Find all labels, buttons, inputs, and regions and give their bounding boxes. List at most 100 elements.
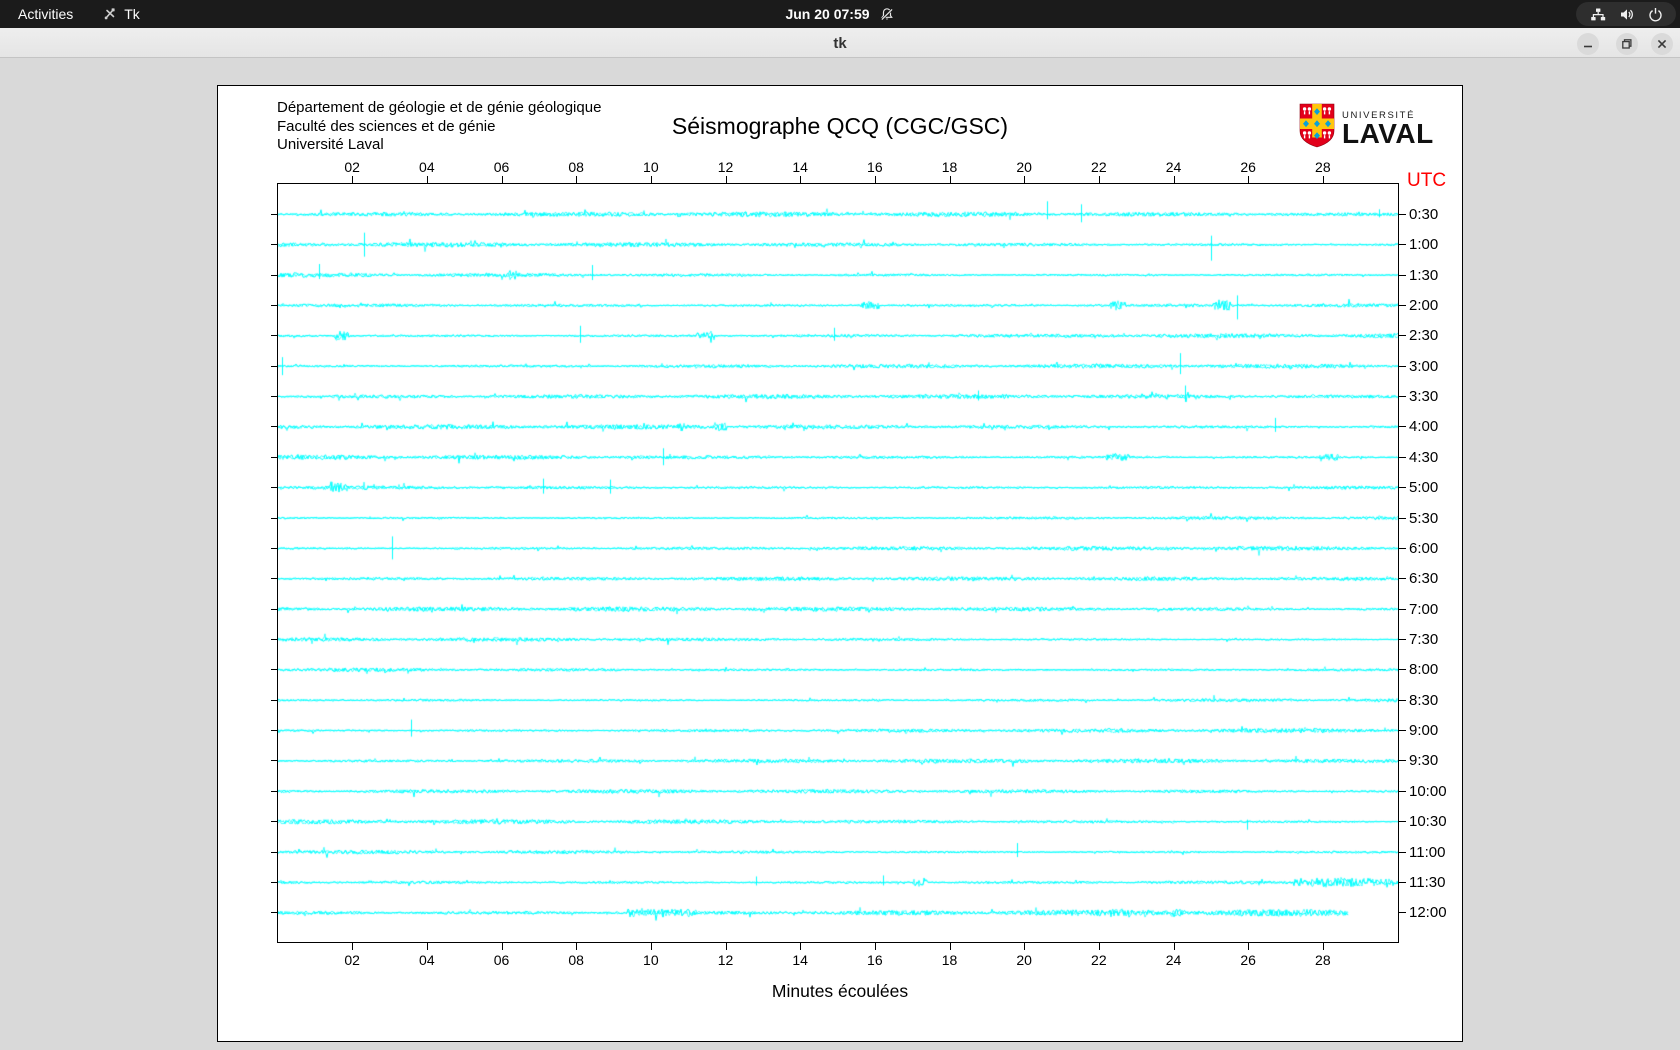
utc-time-label: 9:00 <box>1409 722 1439 740</box>
y-tick-mark <box>271 912 278 914</box>
x-tick-label: 10 <box>643 159 659 175</box>
y-tick-mark <box>1399 213 1406 215</box>
y-tick-mark <box>1399 547 1406 549</box>
x-tick-label: 18 <box>941 952 958 968</box>
x-tick-mark <box>576 176 578 183</box>
utc-time-label: 10:30 <box>1409 813 1447 831</box>
y-tick-mark <box>271 517 278 519</box>
x-tick-label: 06 <box>493 159 510 175</box>
x-tick-mark <box>1248 176 1250 183</box>
y-tick-mark <box>271 396 278 398</box>
minimize-button[interactable] <box>1577 33 1599 55</box>
system-status-area[interactable] <box>1576 2 1676 26</box>
y-tick-mark <box>271 608 278 610</box>
x-tick-mark <box>800 943 802 950</box>
x-tick-label: 16 <box>867 159 883 175</box>
utc-time-label: 3:00 <box>1409 357 1439 375</box>
x-tick-label: 22 <box>1091 952 1107 968</box>
y-tick-mark <box>1399 426 1406 428</box>
x-tick-mark <box>725 943 727 950</box>
y-tick-mark <box>1399 244 1406 246</box>
x-tick-mark <box>1173 943 1175 950</box>
utc-time-label: 11:30 <box>1409 873 1446 891</box>
gnome-top-bar: Activities Tk Jun 20 07:59 <box>0 0 1680 28</box>
x-tick-label: 08 <box>568 952 584 968</box>
y-tick-mark <box>1399 304 1406 306</box>
x-tick-label: 02 <box>344 159 360 175</box>
y-tick-mark <box>271 699 278 701</box>
x-tick-mark <box>501 176 503 183</box>
utc-time-label: 1:00 <box>1409 236 1439 254</box>
x-tick-label: 14 <box>792 952 808 968</box>
y-tick-mark <box>271 669 278 671</box>
utc-time-label: 1:30 <box>1409 266 1439 284</box>
utc-time-label: 4:00 <box>1409 418 1439 436</box>
y-tick-mark <box>271 304 278 306</box>
y-tick-mark <box>271 274 278 276</box>
x-tick-mark <box>1098 943 1100 950</box>
logo-laval-text: LAVAL <box>1342 117 1434 149</box>
universite-laval-logo: UNIVERSITÉ LAVAL <box>1299 103 1434 153</box>
y-tick-mark <box>1399 487 1406 489</box>
y-tick-mark <box>271 426 278 428</box>
clock-button[interactable]: Jun 20 07:59 <box>785 0 894 28</box>
clock-label: Jun 20 07:59 <box>785 6 870 22</box>
y-tick-mark <box>1399 365 1406 367</box>
y-tick-mark <box>1399 638 1406 640</box>
utc-time-label: 8:30 <box>1409 691 1439 709</box>
activities-button[interactable]: Activities <box>18 6 73 22</box>
institution-line-3: Université Laval <box>277 136 384 154</box>
x-tick-label: 12 <box>717 952 734 968</box>
x-tick-label: 18 <box>941 159 958 175</box>
y-tick-mark <box>1399 456 1406 458</box>
x-tick-label: 12 <box>717 159 734 175</box>
y-tick-mark <box>1399 517 1406 519</box>
x-tick-mark <box>352 943 354 950</box>
x-tick-mark <box>501 943 503 950</box>
utc-time-label: 2:30 <box>1409 327 1439 345</box>
utc-time-label: 0:30 <box>1409 205 1439 223</box>
institution-block: Département de géologie et de génie géol… <box>277 99 601 155</box>
y-tick-mark <box>1399 730 1406 732</box>
app-menu[interactable]: Tk <box>103 6 140 22</box>
x-tick-mark <box>576 943 578 950</box>
chart-title: Séismographe QCQ (CGC/GSC) <box>671 113 1009 139</box>
y-tick-mark <box>1399 578 1406 580</box>
x-tick-label: 08 <box>568 159 584 175</box>
x-tick-label: 20 <box>1016 952 1032 968</box>
y-tick-mark <box>271 638 278 640</box>
x-tick-mark <box>1322 943 1324 950</box>
x-tick-mark <box>650 176 652 183</box>
x-tick-mark <box>1173 176 1175 183</box>
x-tick-label: 28 <box>1315 952 1331 968</box>
seismogram-traces <box>278 184 1398 942</box>
utc-time-label: 11:00 <box>1409 843 1446 861</box>
laval-shield-icon <box>1299 103 1335 153</box>
close-button[interactable] <box>1651 33 1673 55</box>
volume-icon <box>1619 7 1635 22</box>
y-tick-mark <box>271 821 278 823</box>
x-tick-mark <box>1248 943 1250 950</box>
utc-time-label: 3:30 <box>1409 388 1439 406</box>
x-tick-label: 04 <box>419 952 435 968</box>
app-menu-label: Tk <box>124 6 140 22</box>
window-titlebar[interactable]: tk <box>0 28 1680 58</box>
y-tick-mark <box>271 760 278 762</box>
x-tick-label: 04 <box>419 159 435 175</box>
x-tick-label: 26 <box>1240 159 1256 175</box>
y-tick-mark <box>1399 335 1406 337</box>
y-tick-mark <box>1399 274 1406 276</box>
y-tick-mark <box>271 213 278 215</box>
x-tick-label: 14 <box>792 159 808 175</box>
y-tick-mark <box>271 790 278 792</box>
utc-time-label: 7:00 <box>1409 600 1439 618</box>
y-tick-mark <box>1399 912 1406 914</box>
y-tick-mark <box>1399 608 1406 610</box>
utc-time-label: 5:30 <box>1409 509 1439 527</box>
y-tick-mark <box>271 487 278 489</box>
maximize-button[interactable] <box>1616 33 1638 55</box>
x-tick-label: 28 <box>1315 159 1331 175</box>
x-tick-mark <box>800 176 802 183</box>
utc-time-label: 12:00 <box>1409 904 1447 922</box>
x-tick-mark <box>426 176 428 183</box>
